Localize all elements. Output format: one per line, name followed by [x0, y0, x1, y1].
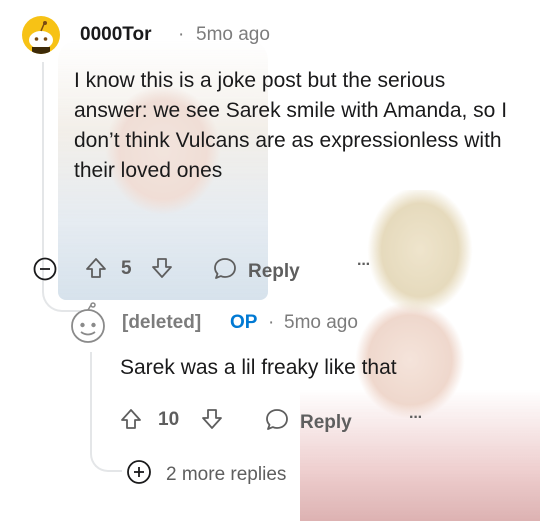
more-replies-label: 2 more replies — [166, 464, 287, 485]
collapse-icon — [33, 257, 57, 287]
reply-button[interactable]: Reply — [212, 256, 300, 288]
upvote-icon — [84, 256, 108, 286]
more-replies-button[interactable]: 2 more replies — [126, 459, 286, 491]
upvote-button[interactable] — [84, 256, 108, 286]
reply-body: Sarek was a lil freaky like that — [120, 356, 397, 379]
reply-age: 5mo ago — [284, 312, 358, 333]
downvote-icon — [200, 407, 224, 437]
op-badge: OP — [230, 312, 258, 333]
reply-downvote-button[interactable] — [200, 407, 224, 437]
comment-age: 5mo ago — [196, 24, 270, 45]
reply-more-options-button[interactable]: ··· — [409, 409, 423, 427]
reply-vote-count: 10 — [158, 409, 180, 430]
more-options-button[interactable]: ··· — [357, 256, 371, 274]
reply-upvote-button[interactable] — [119, 407, 143, 437]
reply-label: Reply — [248, 261, 300, 282]
upvote-icon — [119, 407, 143, 437]
vote-count: 5 — [121, 258, 132, 279]
deleted-user-icon — [67, 302, 109, 344]
reply-meta-separator: · — [268, 312, 275, 333]
collapse-button[interactable] — [33, 257, 57, 287]
snoo-avatar-icon[interactable] — [22, 16, 60, 54]
speech-bubble-icon — [212, 256, 238, 288]
comment-body: I know this is a joke post but the serio… — [74, 69, 508, 182]
reply-reply-button[interactable]: Reply — [264, 407, 352, 439]
thread-line — [42, 62, 44, 252]
more-replies-connector — [90, 440, 122, 472]
speech-bubble-icon — [264, 407, 290, 439]
downvote-icon — [150, 256, 174, 286]
reply-author[interactable]: [deleted] — [122, 312, 201, 334]
meta-separator: · — [178, 24, 185, 45]
reply-thread-line — [90, 352, 92, 447]
comment-author[interactable]: 0000Tor — [80, 24, 151, 46]
reply-reply-label: Reply — [300, 412, 352, 433]
downvote-button[interactable] — [150, 256, 174, 286]
plus-circle-icon — [126, 459, 152, 491]
